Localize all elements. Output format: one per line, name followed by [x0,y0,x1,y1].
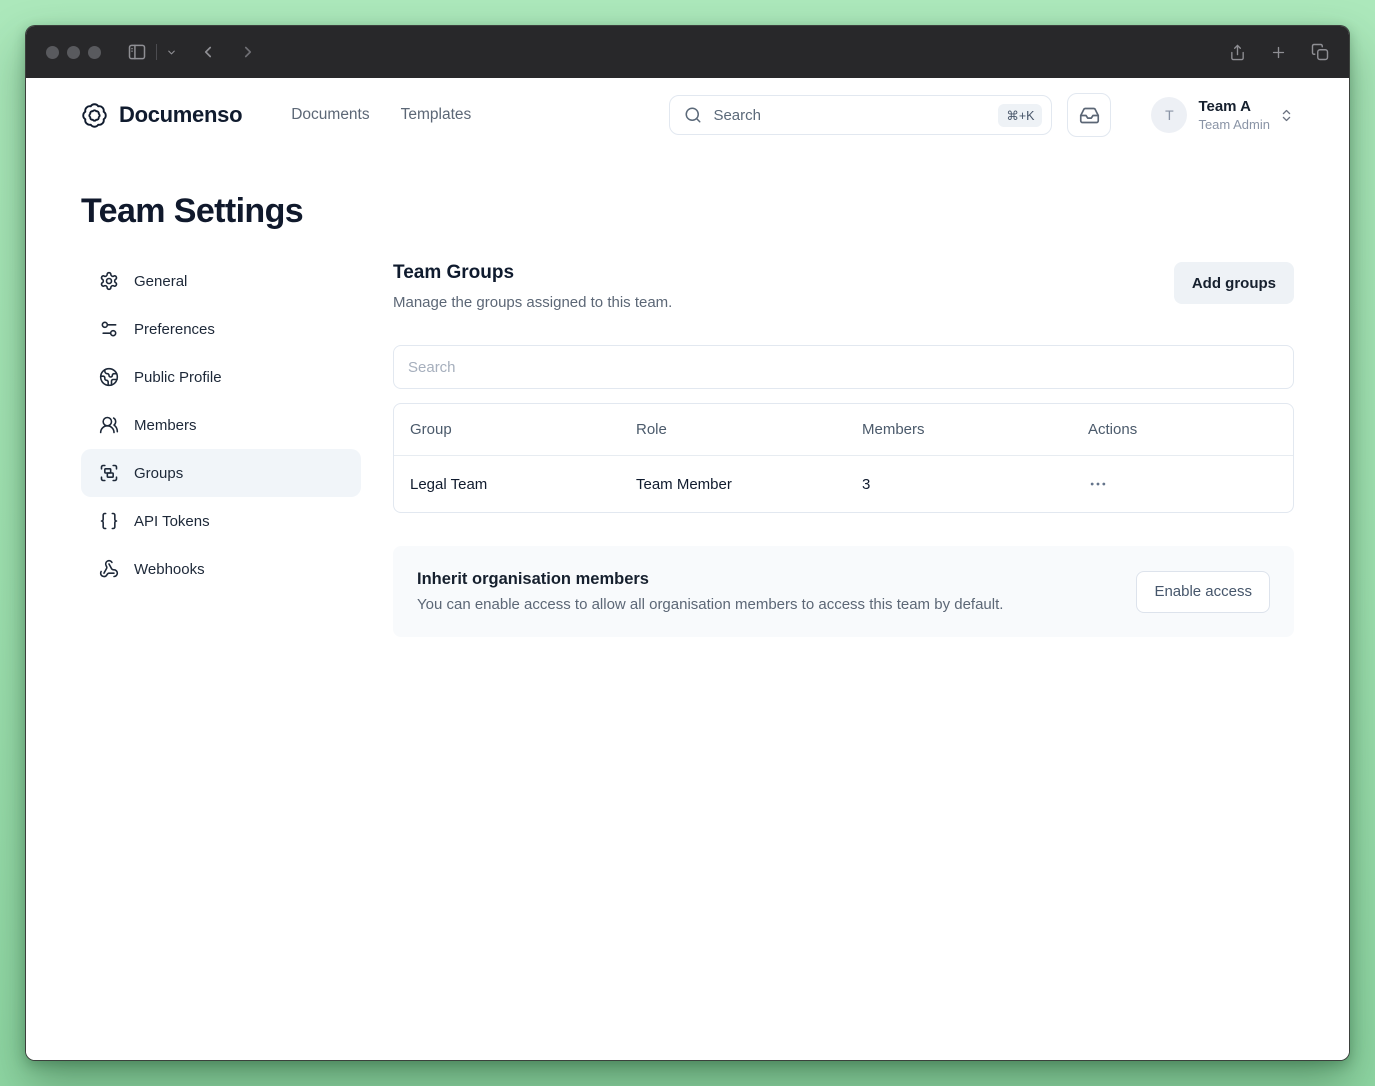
groups-search-input[interactable] [393,345,1294,389]
documenso-badge-icon [81,102,108,129]
more-horizontal-icon [1088,474,1108,494]
zoom-window-button[interactable] [88,45,101,59]
page-title: Team Settings [81,192,304,230]
titlebar-divider [156,44,157,60]
sidebar-toggle-icon[interactable] [127,42,147,62]
column-header-group: Group [410,421,452,438]
add-groups-button[interactable]: Add groups [1173,262,1294,304]
minimize-window-button[interactable] [67,45,80,59]
back-icon[interactable] [199,43,217,61]
primary-nav: Documents Templates [291,106,471,124]
tab-overview-icon[interactable] [1311,43,1329,61]
sidebar-item-webhooks[interactable]: Webhooks [81,545,361,593]
group-icon [99,463,119,483]
cell-group-name: Legal Team [410,475,488,493]
team-groups-panel: Team Groups Manage the groups assigned t… [393,257,1294,637]
section-subtitle: Manage the groups assigned to this team. [393,294,673,311]
table-header-row: Group Role Members Actions [394,404,1293,456]
inbox-icon [1079,105,1100,126]
row-actions-button[interactable] [1088,474,1116,494]
team-role: Team Admin [1198,117,1270,132]
team-avatar: T [1151,97,1188,133]
chevrons-up-down-icon [1279,108,1294,123]
webhook-icon [99,559,119,579]
sidebar-item-members[interactable]: Members [81,401,361,449]
brand-name: Documenso [119,102,243,127]
new-tab-icon[interactable] [1270,44,1287,61]
cell-members-count: 3 [862,475,871,493]
team-name: Team A [1198,98,1251,115]
column-header-actions: Actions [1088,421,1138,438]
chevron-down-icon[interactable] [166,47,177,58]
browser-titlebar [26,26,1349,78]
nav-templates[interactable]: Templates [401,106,472,124]
sidebar-item-general[interactable]: General [81,257,361,305]
sidebar-label: API Tokens [134,512,210,530]
column-header-members: Members [862,421,925,438]
app-header: Documenso Documents Templates Search ⌘+K [26,84,1349,146]
global-search-input[interactable]: Search ⌘+K [669,95,1053,135]
search-icon [684,106,702,124]
inherit-members-panel: Inherit organisation members You can ena… [393,546,1294,637]
inherit-title: Inherit organisation members [417,570,649,588]
traffic-lights [46,45,101,59]
sidebar-item-api-tokens[interactable]: API Tokens [81,497,361,545]
sliders-icon [99,319,119,339]
nav-documents[interactable]: Documents [291,106,369,124]
sidebar-item-preferences[interactable]: Preferences [81,305,361,353]
groups-table: Group Role Members Actions Legal Team Te… [393,403,1294,513]
gear-icon [99,271,119,291]
section-title: Team Groups [393,262,515,283]
sidebar-item-groups[interactable]: Groups [81,449,361,497]
team-menu[interactable]: T Team A Team Admin [1151,97,1294,133]
braces-icon [99,511,119,531]
sidebar-label: Webhooks [134,560,205,578]
enable-access-button[interactable]: Enable access [1136,570,1270,613]
sidebar-item-public-profile[interactable]: Public Profile [81,353,361,401]
browser-window: Documenso Documents Templates Search ⌘+K [25,25,1350,1061]
sidebar-label: General [134,272,188,290]
close-window-button[interactable] [46,45,59,59]
cell-role: Team Member [636,475,732,493]
sidebar-label: Groups [134,464,184,482]
column-header-role: Role [636,421,667,438]
global-search-placeholder: Search [713,106,761,124]
documenso-app: Documenso Documents Templates Search ⌘+K [26,78,1349,1060]
inbox-button[interactable] [1067,93,1112,137]
table-row: Legal Team Team Member 3 [394,456,1293,512]
users-icon [99,415,119,435]
search-shortcut-badge: ⌘+K [998,103,1043,127]
sidebar-label: Public Profile [134,368,222,386]
share-icon[interactable] [1229,43,1246,62]
sidebar-label: Preferences [134,320,215,338]
settings-sidebar: General Preferences Public Profile Membe… [81,257,361,593]
forward-icon[interactable] [239,43,257,61]
inherit-description: You can enable access to allow all organ… [417,596,1004,613]
sidebar-label: Members [134,416,197,434]
globe-icon [99,367,119,387]
brand-logo[interactable]: Documenso [81,102,243,129]
